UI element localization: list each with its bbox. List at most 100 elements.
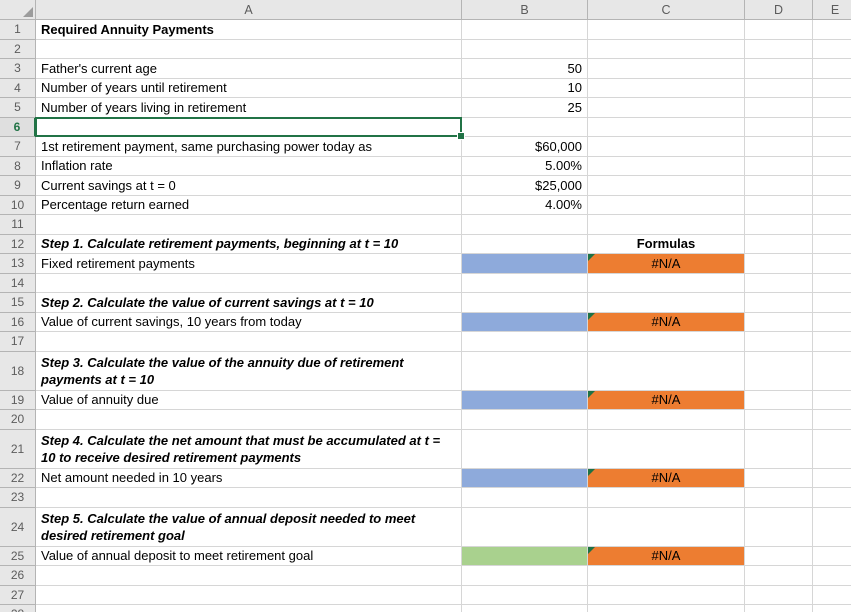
row-header-1[interactable]: 1 [0, 20, 36, 40]
cell-A12[interactable]: Step 1. Calculate retirement payments, b… [36, 234, 462, 254]
cell-D19[interactable] [745, 390, 813, 410]
cell-C10[interactable] [588, 195, 745, 215]
cell-B20[interactable] [462, 410, 588, 430]
cell-B7[interactable]: $60,000 [462, 137, 588, 157]
cell-D3[interactable] [745, 59, 813, 79]
cell-E3[interactable] [813, 59, 851, 79]
cell-A14[interactable] [36, 273, 462, 293]
cell-C13[interactable]: #N/A [588, 254, 745, 274]
cell-A24[interactable]: Step 5. Calculate the value of annual de… [36, 507, 462, 547]
cell-B17[interactable] [462, 332, 588, 352]
cell-B16[interactable] [462, 312, 588, 332]
cell-D9[interactable] [745, 176, 813, 196]
select-all-button[interactable] [0, 0, 36, 20]
cell-A23[interactable] [36, 488, 462, 508]
cell-A15[interactable]: Step 2. Calculate the value of current s… [36, 293, 462, 313]
cell-C4[interactable] [588, 78, 745, 98]
cell-C16[interactable]: #N/A [588, 312, 745, 332]
cell-E17[interactable] [813, 332, 851, 352]
row-header-23[interactable]: 23 [0, 488, 36, 508]
cell-E6[interactable] [813, 118, 851, 137]
fill-handle[interactable] [457, 132, 465, 140]
cell-A18[interactable]: Step 3. Calculate the value of the annui… [36, 351, 462, 391]
cell-E26[interactable] [813, 566, 851, 586]
cell-B23[interactable] [462, 488, 588, 508]
row-header-14[interactable]: 14 [0, 273, 36, 293]
cell-E10[interactable] [813, 196, 851, 215]
cell-B13[interactable] [462, 254, 588, 274]
cell-D25[interactable] [745, 546, 813, 566]
cell-D16[interactable] [745, 312, 813, 332]
cell-B5[interactable]: 25 [462, 98, 588, 118]
cell-E1[interactable] [813, 20, 851, 40]
row-header-3[interactable]: 3 [0, 59, 36, 79]
cell-A25[interactable]: Value of annual deposit to meet retireme… [36, 546, 462, 566]
cell-A16[interactable]: Value of current savings, 10 years from … [36, 312, 462, 332]
cell-B14[interactable] [462, 273, 588, 293]
cell-C25[interactable]: #N/A [588, 546, 745, 566]
cell-B1[interactable] [462, 20, 588, 40]
row-header-7[interactable]: 7 [0, 137, 36, 157]
cell-B15[interactable] [462, 293, 588, 313]
cell-E13[interactable] [813, 254, 851, 274]
row-header-17[interactable]: 17 [0, 332, 36, 352]
cell-D6[interactable] [745, 117, 813, 137]
row-header-8[interactable]: 8 [0, 156, 36, 176]
cell-E12[interactable] [813, 235, 851, 254]
cell-B28[interactable] [462, 605, 588, 612]
column-header-D[interactable]: D [745, 0, 813, 20]
cell-D12[interactable] [745, 234, 813, 254]
row-header-5[interactable]: 5 [0, 98, 36, 118]
cell-C11[interactable] [588, 215, 745, 235]
cell-D18[interactable] [745, 351, 813, 391]
cell-C18[interactable] [588, 351, 745, 391]
row-header-21[interactable]: 21 [0, 429, 36, 469]
cell-E11[interactable] [813, 215, 851, 235]
cell-B3[interactable]: 50 [462, 59, 588, 79]
cell-B6[interactable] [462, 117, 588, 137]
row-header-20[interactable]: 20 [0, 410, 36, 430]
cell-D23[interactable] [745, 488, 813, 508]
cell-E28[interactable] [813, 605, 851, 612]
cell-C2[interactable] [588, 39, 745, 59]
cell-E9[interactable] [813, 176, 851, 196]
cell-C22[interactable]: #N/A [588, 468, 745, 488]
cell-B9[interactable]: $25,000 [462, 176, 588, 196]
cell-C20[interactable] [588, 410, 745, 430]
cell-D27[interactable] [745, 585, 813, 605]
cell-A17[interactable] [36, 332, 462, 352]
cell-C28[interactable] [588, 605, 745, 612]
cell-A21[interactable]: Step 4. Calculate the net amount that mu… [36, 429, 462, 469]
cell-C19[interactable]: #N/A [588, 390, 745, 410]
cell-D4[interactable] [745, 78, 813, 98]
row-header-16[interactable]: 16 [0, 312, 36, 332]
cell-C6[interactable] [588, 117, 745, 137]
cell-C9[interactable] [588, 176, 745, 196]
cell-D20[interactable] [745, 410, 813, 430]
row-header-28[interactable]: 28 [0, 605, 36, 612]
row-header-15[interactable]: 15 [0, 293, 36, 313]
cell-D5[interactable] [745, 98, 813, 118]
row-header-10[interactable]: 10 [0, 195, 36, 215]
cell-B4[interactable]: 10 [462, 78, 588, 98]
cell-E21[interactable] [813, 430, 851, 469]
cell-C1[interactable] [588, 20, 745, 40]
row-header-6[interactable]: 6 [0, 117, 36, 137]
row-header-9[interactable]: 9 [0, 176, 36, 196]
row-header-22[interactable]: 22 [0, 468, 36, 488]
row-header-13[interactable]: 13 [0, 254, 36, 274]
cell-C23[interactable] [588, 488, 745, 508]
cell-E18[interactable] [813, 352, 851, 391]
cell-A3[interactable]: Father's current age [36, 59, 462, 79]
cell-D24[interactable] [745, 507, 813, 547]
cell-C7[interactable] [588, 137, 745, 157]
row-header-25[interactable]: 25 [0, 546, 36, 566]
cell-A9[interactable]: Current savings at t = 0 [36, 176, 462, 196]
cell-C5[interactable] [588, 98, 745, 118]
cell-E15[interactable] [813, 293, 851, 313]
cell-E25[interactable] [813, 547, 851, 566]
column-header-C[interactable]: C [588, 0, 745, 20]
cell-C27[interactable] [588, 585, 745, 605]
cell-C15[interactable] [588, 293, 745, 313]
cell-C21[interactable] [588, 429, 745, 469]
